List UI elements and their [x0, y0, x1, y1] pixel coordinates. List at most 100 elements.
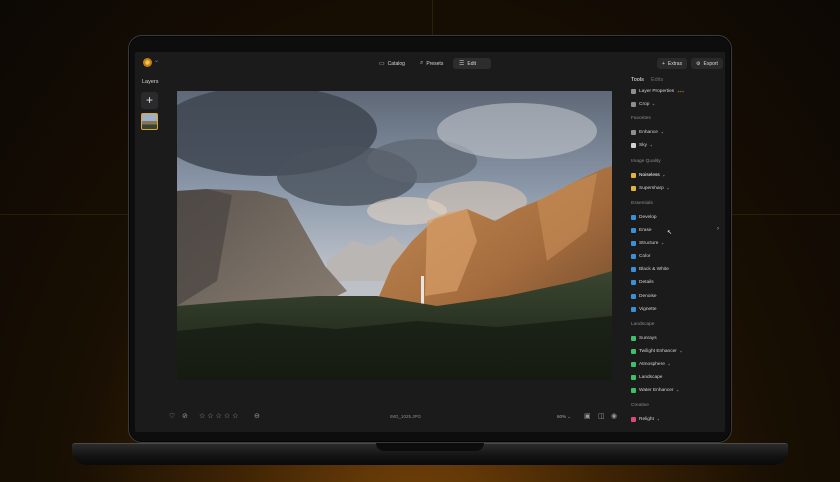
star-icon[interactable]: ☆: [207, 413, 213, 421]
vignette-icon: [631, 306, 636, 312]
tool-vignette[interactable]: Vignette: [631, 305, 657, 314]
section-landscape: Landscape: [631, 321, 655, 327]
water-enhancer-icon: [631, 388, 636, 394]
tool-landscape[interactable]: Landscape: [631, 373, 662, 382]
tool-sunrays[interactable]: Sunrays: [631, 334, 657, 343]
tool-twilight-enhancer[interactable]: Twilight Enhancer +: [631, 347, 682, 356]
presets-icon: ⌕: [420, 60, 424, 66]
tool-label: Relight: [639, 417, 654, 423]
tool-noiseless[interactable]: Noiseless +: [631, 171, 665, 180]
star-icon[interactable]: ☆: [224, 413, 230, 421]
tool-label: Twilight Enhancer: [639, 348, 677, 354]
plus-badge: +: [662, 172, 666, 178]
extras-button[interactable]: + Extras: [657, 58, 688, 69]
zoom-level[interactable]: 60% ⌄: [557, 414, 571, 420]
tool-label: Water Enhancer: [639, 388, 674, 394]
chevron-right-icon[interactable]: ›: [717, 226, 719, 232]
tab-catalog-label: Catalog: [387, 60, 405, 67]
section-essentials: Essentials: [631, 200, 653, 206]
tool-label: Structure: [639, 241, 659, 247]
tool-structure[interactable]: Structure +: [631, 239, 664, 248]
plus-badge: +: [652, 102, 655, 108]
filename: IMG_1025.JPG: [390, 414, 422, 419]
develop-icon: [631, 214, 636, 220]
color-icon: [631, 254, 636, 260]
tool-details[interactable]: Details: [631, 278, 654, 287]
tool-label: Crop: [639, 102, 650, 108]
layer-properties-icon: [631, 89, 636, 94]
star-icon[interactable]: ☆: [216, 413, 222, 421]
split-view-icon[interactable]: ◫: [598, 413, 605, 421]
landscape-icon: [631, 375, 636, 381]
tool-black-white[interactable]: Black & White: [631, 265, 669, 274]
export-button[interactable]: ⚙ Export: [691, 58, 723, 69]
mouse-cursor-icon: ↖: [667, 230, 673, 236]
tool-label: Layer Properties: [639, 89, 675, 94]
sky-icon: [631, 143, 636, 149]
tool-enhance[interactable]: Enhance +: [631, 128, 663, 137]
heart-icon[interactable]: ♡: [169, 413, 175, 421]
tool-label: Enhance: [639, 130, 658, 136]
app-logo-icon[interactable]: [143, 58, 152, 67]
star-icon[interactable]: ☆: [232, 413, 238, 421]
atmosphere-icon: [631, 362, 636, 367]
extras-label: Extras: [667, 60, 683, 67]
export-icon: ⚙: [696, 60, 701, 67]
bottom-bar: ♡ ⊘ ☆ ☆ ☆ ☆ ☆ ⊖ IMG_1025.JPG 60% ⌄ ▣ ◫ ◉: [135, 410, 617, 426]
tab-edits[interactable]: Edits: [651, 77, 663, 83]
plus-badge: +: [666, 185, 670, 191]
tool-label: Noiseless: [639, 172, 660, 178]
tab-presets[interactable]: ⌕ Presets: [414, 58, 449, 69]
tool-label: Erase: [639, 228, 652, 233]
reject-icon[interactable]: ⊘: [182, 413, 188, 421]
crop-icon: [631, 102, 636, 108]
tool-supersharp[interactable]: Supersharp +: [631, 184, 669, 193]
photo-canvas[interactable]: [177, 91, 612, 380]
tab-catalog[interactable]: ▭ Catalog: [373, 58, 411, 69]
enhance-icon: [631, 130, 636, 136]
preview-eye-icon[interactable]: ◉: [611, 413, 617, 421]
plus-badge: +++: [677, 89, 685, 94]
tool-sky[interactable]: Sky +: [631, 141, 652, 150]
tool-crop[interactable]: Crop +: [631, 100, 655, 109]
star-rating[interactable]: ☆ ☆ ☆ ☆ ☆: [199, 413, 238, 421]
tool-develop[interactable]: Develop: [631, 213, 657, 222]
relight-icon: [631, 417, 636, 423]
plus-icon: +: [662, 60, 665, 67]
section-creative: Creative: [631, 403, 649, 409]
noiseless-icon: [631, 172, 636, 178]
layer-thumbnail[interactable]: [141, 113, 158, 130]
export-label: Export: [703, 60, 718, 67]
compare-icon[interactable]: ▣: [584, 413, 591, 421]
tool-label: Atmosphere: [639, 362, 665, 367]
section-image-quality: Image Quality: [631, 158, 661, 164]
tool-relight[interactable]: Relight +: [631, 415, 659, 424]
plus-badge: +: [656, 417, 660, 423]
layers-title: Layers: [142, 79, 159, 85]
tool-color[interactable]: Color: [631, 252, 650, 261]
tab-presets-label: Presets: [426, 60, 444, 67]
tool-label: Vignette: [639, 306, 657, 312]
tool-erase[interactable]: Erase: [631, 226, 652, 235]
tool-layer-properties[interactable]: Layer Properties +++: [631, 87, 684, 96]
star-icon[interactable]: ☆: [199, 413, 205, 421]
color-label-icon[interactable]: ⊖: [254, 413, 260, 421]
background-line: [432, 0, 433, 35]
chevron-down-icon[interactable]: ⌄: [154, 57, 159, 64]
tool-label: Sky: [639, 143, 647, 149]
landscape-photo: [177, 91, 612, 380]
tool-water-enhancer[interactable]: Water Enhancer +: [631, 386, 679, 395]
details-icon: [631, 280, 636, 286]
add-layer-button[interactable]: +: [141, 92, 158, 109]
black-white-icon: [631, 267, 636, 273]
plus-badge: +: [679, 348, 683, 354]
section-favorites: Favorites: [631, 116, 651, 122]
tool-atmosphere[interactable]: Atmosphere +: [631, 360, 670, 369]
tab-tools[interactable]: Tools: [631, 77, 644, 83]
zoom-value: 60%: [557, 414, 567, 419]
tool-denoise[interactable]: Denoise: [631, 292, 657, 301]
tool-label: Sunrays: [639, 335, 657, 341]
top-bar: ⌄ ▭ Catalog ⌕ Presets ☰ Edit + Extras ⚙ …: [135, 52, 725, 74]
tool-label: Develop: [639, 214, 657, 220]
tab-edit[interactable]: ☰ Edit: [453, 58, 491, 69]
